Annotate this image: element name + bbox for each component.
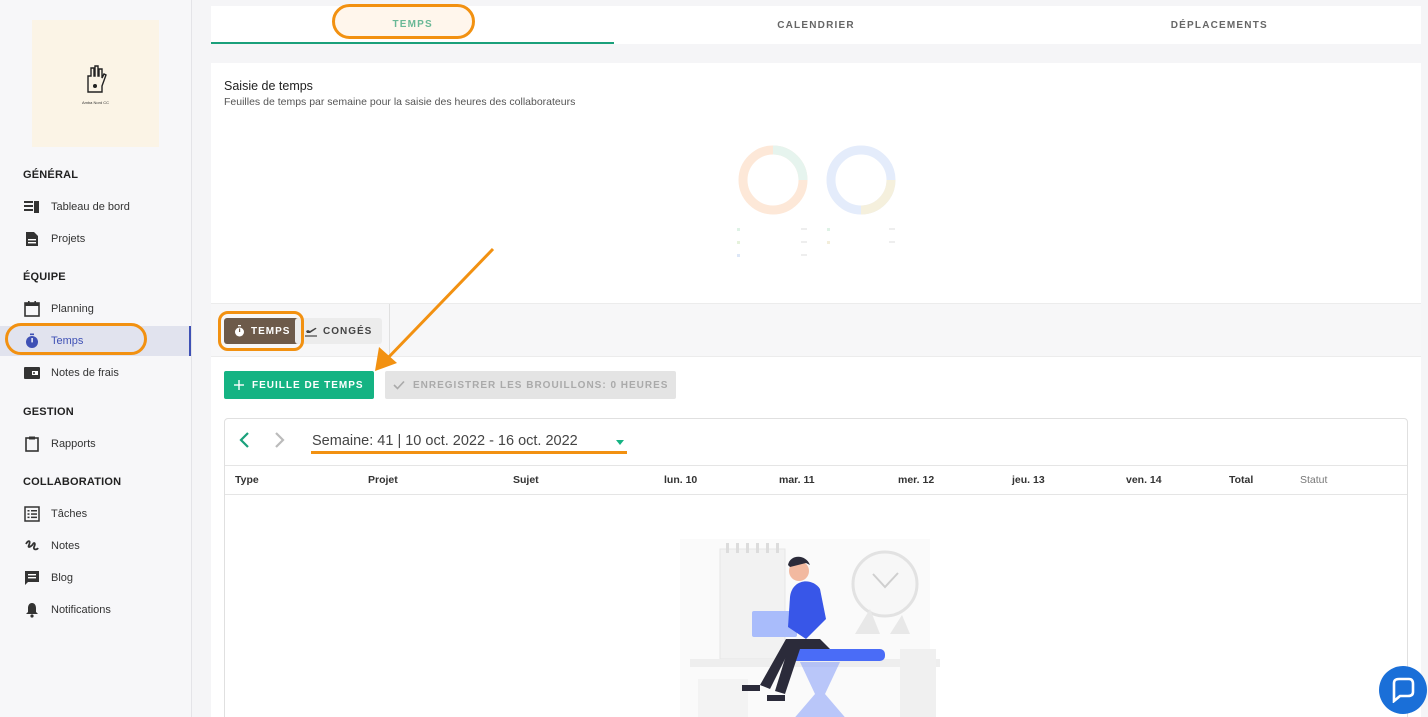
scribble-icon — [23, 537, 41, 555]
sidebar-item-taches[interactable]: Tâches — [0, 499, 191, 529]
clipboard-icon — [23, 435, 41, 453]
bell-icon — [23, 601, 41, 619]
chat-support-button[interactable] — [1379, 666, 1427, 714]
save-drafts-button[interactable]: ENREGISTRER LES BROUILLONS: 0 HEURES — [385, 371, 677, 399]
timesheet-table: Semaine: 41 | 10 oct. 2022 - 16 oct. 202… — [224, 418, 1408, 717]
blog-icon — [23, 569, 41, 587]
sub-tabs-bar: TEMPS CONGÉS — [211, 303, 1421, 358]
section-title-equipe: ÉQUIPE — [23, 271, 66, 283]
sidebar-item-notifications[interactable]: Notifications — [0, 595, 191, 625]
caret-down-icon[interactable] — [616, 440, 624, 445]
sidebar-item-label: Planning — [51, 303, 94, 315]
time-entry-card: Saisie de temps Feuilles de temps par se… — [211, 63, 1421, 717]
sidebar-item-rapports[interactable]: Rapports — [0, 429, 191, 459]
week-selector[interactable]: Semaine: 41 | 10 oct. 2022 - 16 oct. 202… — [312, 433, 578, 449]
tab-temps[interactable]: TEMPS — [211, 6, 615, 44]
subtab-label: TEMPS — [251, 325, 291, 337]
sidebar-item-notes[interactable]: Notes — [0, 531, 191, 561]
sidebar: Amba Nord CC GÉNÉRAL Tableau de bord Pro… — [0, 0, 192, 717]
empty-state-illustration — [680, 539, 940, 717]
plus-icon — [234, 380, 244, 390]
sidebar-item-tableau-de-bord[interactable]: Tableau de bord — [0, 192, 191, 222]
sidebar-item-label: Projets — [51, 233, 86, 245]
column-header-lun: lun. 10 — [664, 474, 698, 486]
tab-calendrier[interactable]: CALENDRIER — [614, 6, 1017, 44]
faded-donut-charts-illustration — [737, 145, 896, 257]
page-title: Saisie de temps — [224, 79, 313, 93]
stopwatch-icon — [234, 325, 245, 337]
add-timesheet-button[interactable]: FEUILLE DE TEMPS — [224, 371, 374, 399]
sidebar-item-temps[interactable]: Temps — [0, 326, 191, 356]
column-header-ven: ven. 14 — [1126, 474, 1162, 486]
sidebar-item-blog[interactable]: Blog — [0, 563, 191, 593]
subtab-temps[interactable]: TEMPS — [224, 318, 301, 344]
sidebar-item-notes-de-frais[interactable]: Notes de frais — [0, 358, 191, 388]
top-tabs: TEMPS CALENDRIER DÉPLACEMENTS — [211, 6, 1421, 44]
subtab-conges[interactable]: CONGÉS — [295, 318, 383, 344]
logo-caption: Amba Nord CC — [81, 100, 110, 105]
sidebar-item-label: Notifications — [51, 604, 111, 616]
dashboard-icon — [23, 198, 41, 216]
week-navigator: Semaine: 41 | 10 oct. 2022 - 16 oct. 202… — [225, 419, 1407, 465]
sidebar-item-label: Tâches — [51, 508, 88, 520]
wallet-icon — [23, 364, 41, 382]
save-drafts-label: ENREGISTRER LES BROUILLONS: 0 HEURES — [413, 379, 669, 391]
section-title-gestion: GESTION — [23, 406, 74, 418]
column-header-projet: Projet — [368, 474, 398, 486]
stopwatch-icon — [23, 332, 41, 350]
column-header-type: Type — [235, 474, 259, 486]
subtab-label: CONGÉS — [323, 325, 373, 337]
chevron-left-icon[interactable] — [237, 431, 251, 454]
tab-deplacements[interactable]: DÉPLACEMENTS — [1018, 6, 1421, 44]
document-icon — [23, 230, 41, 248]
sidebar-item-label: Blog — [51, 572, 74, 584]
chat-bubble-icon — [1392, 677, 1415, 703]
sidebar-item-label: Rapports — [51, 438, 96, 450]
subtab-divider — [389, 304, 390, 358]
sidebar-item-label: Temps — [51, 335, 84, 347]
column-header-total: Total — [1229, 474, 1254, 486]
column-header-jeu: jeu. 13 — [1012, 474, 1045, 486]
sidebar-item-label: Tableau de bord — [51, 201, 130, 213]
page-subtitle: Feuilles de temps par semaine pour la sa… — [224, 96, 576, 108]
column-header-statut: Statut — [1300, 474, 1328, 486]
table-header: Type Projet Sujet lun. 10 mar. 11 mer. 1… — [225, 465, 1407, 495]
column-header-sujet: Sujet — [513, 474, 539, 486]
list-icon — [23, 505, 41, 523]
chevron-right-icon[interactable] — [273, 431, 287, 454]
sidebar-item-label: Notes de frais — [51, 367, 119, 379]
calendar-icon — [23, 300, 41, 318]
highlight-week-underline — [311, 451, 627, 454]
section-title-collaboration: COLLABORATION — [23, 476, 122, 488]
sidebar-item-planning[interactable]: Planning — [0, 294, 191, 324]
company-logo[interactable]: Amba Nord CC — [32, 20, 159, 147]
add-timesheet-label: FEUILLE DE TEMPS — [252, 379, 364, 391]
sidebar-item-label: Notes — [51, 540, 80, 552]
check-icon — [393, 380, 405, 390]
column-header-mer: mer. 12 — [898, 474, 935, 486]
hand-logo-icon — [86, 65, 107, 93]
sidebar-item-projets[interactable]: Projets — [0, 224, 191, 254]
section-title-general: GÉNÉRAL — [23, 169, 79, 181]
plane-icon — [305, 325, 317, 337]
column-header-mar: mar. 11 — [779, 474, 815, 486]
